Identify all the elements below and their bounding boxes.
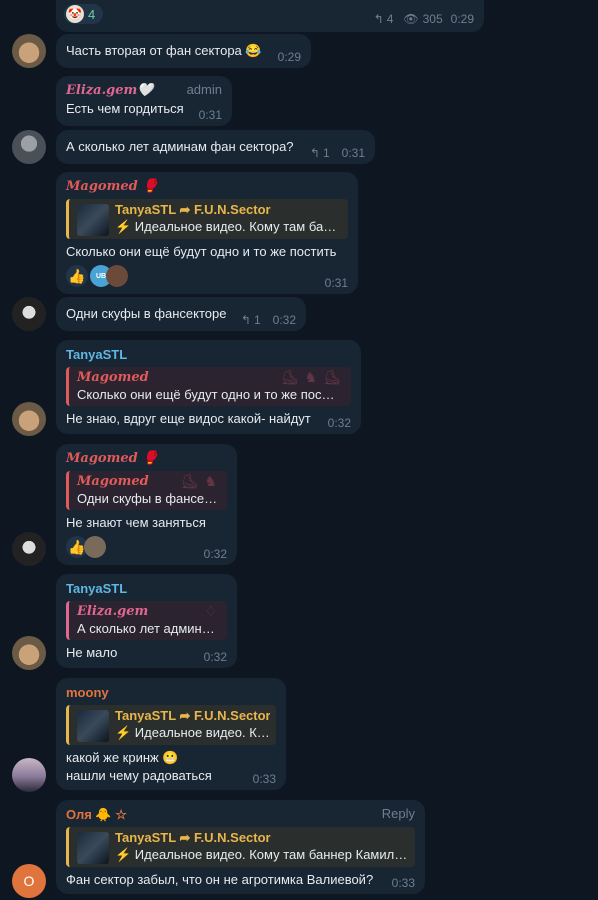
user-avatar-reaction (84, 536, 106, 558)
message-meta: ↰ 1 0:32 (241, 313, 296, 327)
avatar[interactable] (12, 130, 46, 164)
views-count: 305 (422, 12, 443, 26)
message-bubble-top: 🤡 4 ↰ 4 👁 305 0:29 (56, 0, 484, 32)
reaction-pill[interactable]: 🤡 4 (64, 4, 104, 24)
author-name[interactable]: moony (66, 684, 276, 702)
message-time: 0:32 (203, 650, 227, 664)
message-time: 0:33 (252, 772, 276, 786)
replies-button[interactable]: ↰ 1 (241, 313, 261, 327)
avatar[interactable] (12, 532, 46, 566)
author-name[interactable]: Magomed 🥊 (66, 178, 348, 196)
message-time: 0:32 (203, 547, 227, 561)
forwarded-preview[interactable]: TanyaSTL ➦ F.U.N.Sector ⚡ Идеальное виде… (66, 827, 415, 867)
reply-arrow-icon: ↰ (240, 313, 251, 327)
replies-button[interactable]: ↰ 4 (374, 12, 394, 26)
reply-arrow-icon: ↰ (373, 12, 384, 26)
quote-author: Eliza.gem (77, 604, 149, 619)
author-name[interactable]: TanyaSTL (66, 346, 351, 364)
message-meta: 0:31 (325, 276, 348, 290)
message-meta: ↰ 1 0:31 (310, 146, 365, 160)
quote-author: Magomed (77, 370, 149, 385)
forward-source: TanyaSTL ➦ F.U.N.Sector (115, 202, 271, 217)
avatar[interactable] (12, 297, 46, 331)
message-text-line-2: нашли чему радоваться (66, 768, 212, 783)
message-bubble[interactable]: Оля 🐥 ☆ Reply TanyaSTL ➦ F.U.N.Sector ⚡ … (56, 800, 425, 894)
forwarded-preview[interactable]: TanyaSTL ➦ F.U.N.Sector ⚡ Идеальное виде… (66, 199, 348, 239)
message-meta: 0:33 (392, 876, 415, 890)
forward-text: ⚡ Идеальное видео. Кому там бан… (115, 219, 342, 234)
thumbs-up-reaction-icon[interactable]: 👍 (66, 265, 88, 287)
forward-source: TanyaSTL ➦ F.U.N.Sector (115, 708, 270, 723)
avatar[interactable] (12, 758, 46, 792)
message-time: 0:33 (391, 876, 415, 890)
quote-text: Сколько они ещё будут одно и то же пос… (77, 387, 335, 402)
reply-button[interactable]: Reply (382, 806, 415, 824)
message-meta: 0:32 (328, 416, 351, 430)
message-meta: 0:29 (278, 50, 301, 64)
message-meta: 0:31 (199, 108, 222, 122)
avatar-letter: О (23, 873, 35, 889)
message-bubble[interactable]: Eliza.gem🤍 admin Есть чем гордиться 0:31 (56, 76, 232, 126)
forward-source: TanyaSTL ➦ F.U.N.Sector (115, 830, 271, 845)
video-thumbnail (77, 710, 109, 742)
author-name[interactable]: Eliza.gem🤍 (66, 82, 153, 100)
reply-quote[interactable]: ⛸♞ Magomed Одни скуфы в фансек… (66, 471, 227, 510)
message-time: 0:29 (277, 50, 301, 64)
quote-text: Одни скуфы в фансек… (77, 491, 221, 506)
quote-author: Magomed (77, 474, 149, 489)
reply-arrow-icon: ↰ (309, 146, 320, 160)
message-time: 0:32 (327, 416, 351, 430)
avatar[interactable] (12, 402, 46, 436)
message-bubble[interactable]: moony TanyaSTL ➦ F.U.N.Sector ⚡ Идеально… (56, 678, 286, 790)
clown-reaction-icon: 🤡 (66, 5, 84, 23)
forward-text: ⚡ Идеальное видео. Кому там баннер Камил… (115, 847, 408, 862)
reactions[interactable]: 👍 UB (66, 265, 348, 287)
avatar[interactable] (12, 34, 46, 68)
forward-text: ⚡ Идеальное видео. К… (115, 725, 270, 740)
message-time: 0:32 (272, 313, 296, 327)
message-bubble[interactable]: TanyaSTL ⛸♞⛸ Magomed Сколько они ещё буд… (56, 340, 361, 434)
message-meta: 0:32 (204, 547, 227, 561)
message-bubble[interactable]: TanyaSTL ♢ Eliza.gem А сколько лет админ… (56, 574, 237, 668)
reply-quote[interactable]: ⛸♞⛸ Magomed Сколько они ещё будут одно и… (66, 367, 351, 406)
author-name[interactable]: Оля 🐥 ☆ (66, 806, 127, 824)
message-bubble[interactable]: А сколько лет админам фан сектора? ↰ 1 0:… (56, 130, 375, 164)
message-bubble[interactable]: Magomed 🥊 ⛸♞ Magomed Одни скуфы в фансек… (56, 444, 237, 565)
author-name[interactable]: Magomed 🥊 (66, 450, 227, 468)
author-name[interactable]: TanyaSTL (66, 580, 227, 598)
video-thumbnail (77, 204, 109, 236)
message-text: Не знают чем заняться (66, 515, 206, 530)
avatar[interactable] (12, 636, 46, 670)
message-meta: 0:33 (253, 772, 276, 786)
message-text: Не знаю, вдруг еще видос какой- найдут (66, 411, 311, 426)
message-time: 0:31 (198, 108, 222, 122)
message-time: 0:31 (324, 276, 348, 290)
message-text: какой же кринж 😬 (66, 750, 179, 765)
avatar[interactable]: О (12, 864, 46, 898)
message-bubble[interactable]: Одни скуфы в фансекторе ↰ 1 0:32 (56, 297, 306, 331)
message-text: Сколько они ещё будут одно и то же пости… (66, 244, 337, 259)
message-time: 0:31 (341, 146, 365, 160)
message-meta: ↰ 4 👁 305 0:29 (374, 12, 474, 26)
views-eye-icon: 👁 (403, 12, 419, 26)
message-bubble[interactable]: Часть вторая от фан сектора 😂 0:29 (56, 34, 311, 68)
message-meta: 0:32 (204, 650, 227, 664)
message-text: Часть вторая от фан сектора 😂 (66, 43, 262, 58)
replies-button[interactable]: ↰ 1 (310, 146, 330, 160)
user-avatar-reaction (106, 265, 128, 287)
message-time: 0:29 (450, 12, 474, 26)
quote-text: А сколько лет админа… (77, 621, 221, 636)
message-text: Фан сектор забыл, что он не агротимка Ва… (66, 872, 374, 887)
message-bubble[interactable]: Magomed 🥊 TanyaSTL ➦ F.U.N.Sector ⚡ Идеа… (56, 172, 358, 294)
admin-badge: admin (186, 82, 222, 97)
reply-quote[interactable]: ♢ Eliza.gem А сколько лет админа… (66, 601, 227, 640)
reaction-count: 4 (88, 6, 96, 22)
forwarded-preview[interactable]: TanyaSTL ➦ F.U.N.Sector ⚡ Идеальное виде… (66, 705, 276, 745)
video-thumbnail (77, 832, 109, 864)
